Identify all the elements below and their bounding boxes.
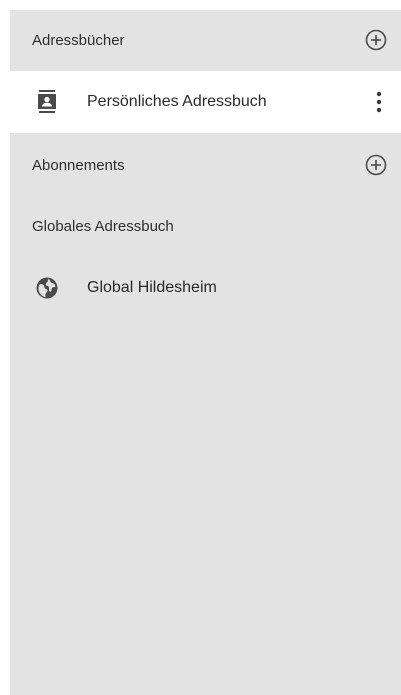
- address-book-item-personal[interactable]: Persönliches Adressbuch: [10, 71, 401, 133]
- add-subscription-button[interactable]: [364, 153, 388, 177]
- address-book-label: Global Hildesheim: [87, 279, 217, 296]
- section-header-address-books: Adressbücher: [10, 10, 401, 70]
- plus-circle-icon: [365, 154, 387, 176]
- section-title-global-address-book: Globales Adressbuch: [32, 217, 174, 235]
- section-header-subscriptions: Abonnements: [10, 135, 401, 195]
- add-address-book-button[interactable]: [364, 28, 388, 52]
- section-header-global-address-book: Globales Adressbuch: [10, 196, 401, 256]
- section-title-address-books: Adressbücher: [32, 31, 125, 49]
- globe-icon: [34, 275, 60, 301]
- address-book-item-global-hildesheim[interactable]: Global Hildesheim: [10, 257, 401, 319]
- contact-book-icon: [34, 89, 60, 115]
- more-options-button[interactable]: [369, 88, 389, 116]
- kebab-menu-icon: [376, 91, 382, 113]
- section-title-subscriptions: Abonnements: [32, 156, 125, 174]
- address-book-sidebar: Adressbücher Persönliches Adressbuch Abo…: [10, 10, 401, 695]
- address-book-label: Persönliches Adressbuch: [87, 93, 267, 110]
- plus-circle-icon: [365, 29, 387, 51]
